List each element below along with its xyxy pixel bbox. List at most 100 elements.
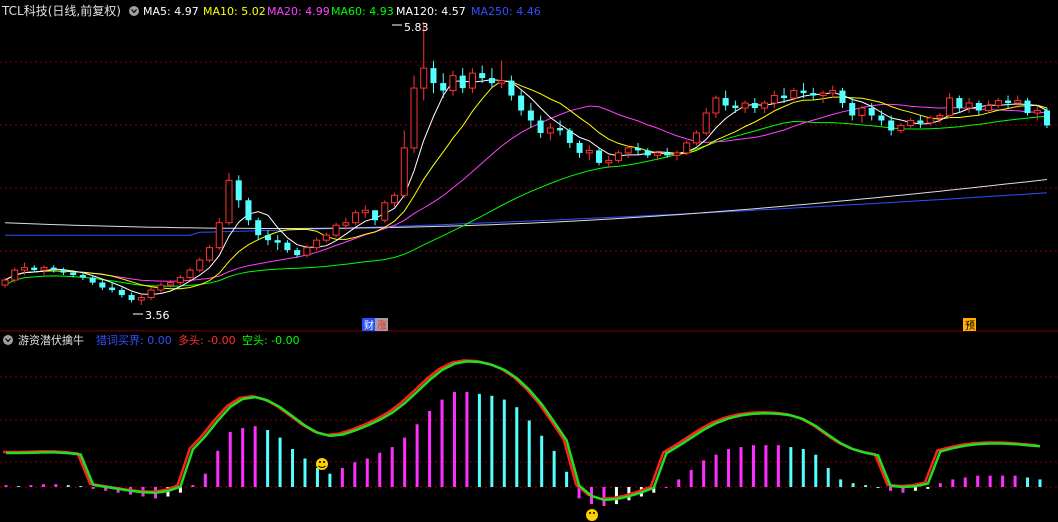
histogram-bar bbox=[552, 450, 556, 487]
histogram-bar bbox=[876, 487, 880, 488]
histogram-bar bbox=[465, 392, 469, 487]
candle bbox=[907, 117, 915, 128]
indicator-value-1: 猎词买界: 0.00 bbox=[96, 333, 172, 347]
candle bbox=[225, 172, 233, 226]
candle bbox=[488, 68, 495, 89]
histogram-bar bbox=[976, 475, 980, 487]
histogram-bar bbox=[365, 458, 369, 487]
candle bbox=[596, 147, 603, 166]
ma250-value: MA250: 4.46 bbox=[471, 5, 541, 18]
ma120-value: MA120: 4.57 bbox=[396, 5, 466, 18]
histogram-bar bbox=[1026, 477, 1030, 487]
histogram-bar bbox=[340, 468, 344, 487]
histogram-bar bbox=[328, 473, 332, 487]
candle bbox=[147, 287, 155, 301]
candle bbox=[673, 150, 681, 161]
histogram-bar bbox=[29, 485, 33, 487]
indicator-dropdown-icon[interactable] bbox=[3, 335, 13, 345]
candle bbox=[946, 93, 954, 118]
histogram-bar bbox=[440, 399, 444, 487]
ma60-line bbox=[4, 115, 1048, 287]
histogram-bar bbox=[889, 487, 893, 491]
ma10-line bbox=[4, 80, 1048, 290]
candle bbox=[361, 205, 369, 218]
main-chart-header: TCL科技(日线,前复权) MA5: 4.97 MA10: 5.02 MA20:… bbox=[1, 3, 541, 18]
histogram-bar bbox=[403, 437, 407, 487]
histogram-bar bbox=[988, 475, 992, 487]
indicator-value-3: 空头: -0.00 bbox=[242, 333, 300, 347]
candle bbox=[634, 142, 642, 156]
candle bbox=[128, 292, 135, 303]
histogram-bar bbox=[826, 468, 830, 487]
event-badge-finance[interactable]: 财 bbox=[362, 318, 375, 332]
low-marker: 3.56 bbox=[133, 309, 170, 322]
histogram-bar bbox=[739, 447, 743, 487]
candle bbox=[770, 90, 778, 109]
candle bbox=[576, 140, 583, 158]
candle bbox=[372, 210, 379, 226]
histogram-bar bbox=[515, 407, 519, 487]
svg-text:涨: 涨 bbox=[377, 320, 387, 332]
event-badge-forecast[interactable]: 预 bbox=[963, 318, 976, 332]
histogram-bar bbox=[4, 485, 8, 487]
candle bbox=[410, 75, 418, 153]
event-badge-limit-up[interactable]: 涨 bbox=[375, 318, 388, 332]
candle bbox=[897, 122, 905, 133]
candle bbox=[109, 282, 116, 293]
candle bbox=[527, 103, 534, 128]
candle bbox=[215, 217, 223, 251]
candle bbox=[965, 98, 973, 114]
stock-chart-canvas: 5.83 3.56 财 涨 预 TCL科技(日线,前复权) MA5: 4.97 … bbox=[0, 3, 1058, 521]
candle bbox=[157, 282, 165, 293]
svg-text:财: 财 bbox=[364, 319, 374, 332]
candle bbox=[712, 95, 720, 118]
indicator-header: 游资潜伏擒牛 猎词买界: 0.00 多头: -0.00 空头: -0.00 bbox=[3, 333, 300, 347]
candle bbox=[702, 108, 710, 136]
candle bbox=[118, 287, 125, 298]
histogram-bar bbox=[253, 426, 257, 487]
candle bbox=[508, 75, 515, 101]
histogram-bar bbox=[938, 483, 942, 487]
histogram-bar bbox=[565, 471, 569, 487]
candle bbox=[11, 267, 19, 283]
histogram-bar bbox=[913, 487, 917, 491]
candlesticks bbox=[1, 22, 1051, 305]
histogram-bar bbox=[291, 449, 295, 487]
candle bbox=[1033, 105, 1041, 121]
histogram-bar bbox=[428, 411, 432, 487]
svg-text:预: 预 bbox=[965, 320, 975, 332]
histogram-bar bbox=[951, 479, 955, 487]
candle bbox=[498, 60, 506, 89]
candle bbox=[975, 100, 982, 116]
histogram-bar bbox=[1038, 479, 1042, 487]
candle bbox=[732, 100, 739, 114]
candle bbox=[566, 127, 573, 148]
histogram-bar bbox=[228, 431, 232, 487]
histogram-bar bbox=[54, 484, 58, 487]
candle bbox=[829, 85, 837, 99]
candle bbox=[430, 60, 437, 94]
histogram-bar bbox=[540, 435, 544, 487]
histogram-bar bbox=[191, 485, 195, 487]
candle bbox=[186, 267, 194, 281]
histogram-bar bbox=[689, 469, 693, 487]
histogram-bar bbox=[490, 395, 494, 487]
candle bbox=[381, 200, 389, 223]
candle bbox=[585, 145, 593, 161]
candle bbox=[722, 90, 729, 111]
histogram-bar bbox=[963, 477, 967, 487]
histogram-bar bbox=[614, 487, 618, 505]
high-label: 5.83 bbox=[404, 21, 429, 34]
buy-signal-icon bbox=[316, 458, 328, 470]
candle bbox=[761, 100, 769, 114]
candle bbox=[196, 257, 204, 273]
ma5-line bbox=[4, 79, 1048, 296]
histogram-bar bbox=[203, 473, 207, 487]
histogram-bar bbox=[303, 458, 307, 487]
settings-dropdown-icon[interactable] bbox=[129, 6, 139, 16]
candle bbox=[751, 98, 758, 114]
histogram-bar bbox=[789, 447, 793, 487]
candle bbox=[137, 295, 145, 305]
indicator-value-2: 多头: -0.00 bbox=[178, 333, 236, 347]
candle bbox=[255, 217, 262, 241]
